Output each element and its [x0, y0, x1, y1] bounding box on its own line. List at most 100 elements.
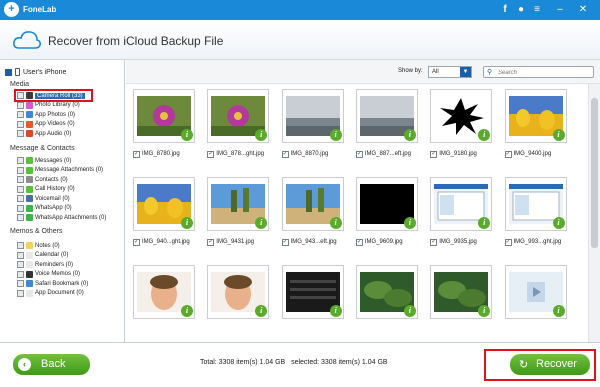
info-icon[interactable]: i [552, 129, 565, 141]
photo-tile[interactable]: i ✓ IMG_943...eft.jpg [278, 172, 348, 258]
photo-thumbnail[interactable]: i [355, 89, 418, 143]
photo-thumbnail[interactable]: i [504, 265, 567, 319]
photo-thumbnail[interactable]: i [133, 89, 195, 143]
photo-tile[interactable]: i ✓ IMG_993...ght.jpg [501, 172, 571, 258]
photo-thumbnail[interactable]: i [355, 177, 418, 231]
scrollbar-thumb[interactable] [591, 98, 598, 248]
info-icon[interactable]: i [552, 217, 565, 229]
minimize-icon[interactable]: – [553, 3, 567, 17]
photo-tile[interactable]: i [426, 260, 496, 342]
photo-thumbnail[interactable]: i [430, 177, 493, 231]
sidebar-item-call-history[interactable]: Call History (0) [17, 185, 75, 194]
search-input[interactable] [498, 68, 588, 77]
photo-tile[interactable]: i ✓ IMG_9609.jpg [352, 172, 422, 258]
item-checkbox[interactable] [17, 195, 24, 202]
photo-tile[interactable]: i ✓ IMG_887...eft.jpg [352, 84, 422, 170]
sidebar-item-reminders[interactable]: Reminders (0) [17, 260, 73, 269]
photo-tile[interactable]: i ✓ IMG_8780.jpg [129, 84, 199, 170]
photo-tile[interactable]: i ✓ IMG_9431.jpg [203, 172, 273, 258]
photo-thumbnail[interactable]: i [430, 265, 493, 319]
sidebar-item-app-audio[interactable]: App Audio (0) [17, 129, 71, 138]
item-checkbox[interactable] [17, 120, 24, 128]
info-icon[interactable]: i [255, 217, 268, 229]
photo-thumbnail[interactable]: i [207, 89, 270, 143]
item-checkbox[interactable] [17, 130, 24, 137]
photo-checkbox[interactable]: ✓ [207, 151, 215, 158]
photo-tile[interactable]: i ✓ IMG_9180.jpg [426, 84, 496, 170]
photo-checkbox[interactable]: ✓ [355, 151, 363, 158]
photo-thumbnail[interactable]: i [281, 177, 344, 231]
photo-thumbnail[interactable]: i [207, 265, 270, 319]
info-icon[interactable]: i [329, 217, 342, 229]
item-checkbox[interactable] [17, 251, 24, 259]
photo-tile[interactable]: i [501, 260, 571, 342]
info-icon[interactable]: i [478, 217, 491, 229]
search-box[interactable]: ⚲ [483, 66, 594, 78]
photo-thumbnail[interactable]: i [207, 177, 270, 231]
info-icon[interactable]: i [181, 305, 193, 317]
sidebar-item-voicemail[interactable]: Voicemail (0) [17, 194, 70, 203]
item-checkbox[interactable] [17, 157, 24, 164]
sidebar-item-safari-bookmark[interactable]: Safari Bookmark (0) [17, 279, 88, 288]
info-icon[interactable]: i [403, 129, 416, 141]
info-icon[interactable]: i [255, 305, 268, 317]
sidebar-item-messages[interactable]: Messages (0) [17, 156, 71, 165]
photo-checkbox[interactable]: ✓ [504, 151, 512, 158]
photo-tile[interactable]: i [352, 260, 422, 342]
sidebar-item-voice-memos[interactable]: Voice Memos (0) [17, 270, 80, 279]
photo-tile[interactable]: i ✓ IMG_8870.jpg [278, 84, 348, 170]
photo-thumbnail[interactable]: i [504, 89, 567, 143]
item-checkbox[interactable] [17, 214, 24, 221]
device-row[interactable]: User's iPhone [5, 67, 66, 77]
photo-thumbnail[interactable]: i [430, 89, 493, 143]
device-checkbox[interactable] [5, 68, 12, 76]
photo-thumbnail[interactable]: i [133, 265, 195, 319]
sidebar-item-whatsapp[interactable]: WhatsApp (0) [17, 204, 72, 213]
photo-tile[interactable]: i [278, 260, 348, 342]
vertical-scrollbar[interactable] [588, 84, 600, 342]
sidebar-item-app-document[interactable]: App Document (0) [17, 289, 84, 298]
sidebar-item-app-videos[interactable]: App Videos (0) [17, 120, 75, 129]
item-checkbox[interactable] [17, 111, 24, 118]
photo-thumbnail[interactable]: i [281, 89, 344, 143]
item-checkbox[interactable] [17, 166, 24, 174]
photo-tile[interactable]: i [129, 260, 199, 342]
info-icon[interactable]: i [255, 129, 268, 141]
photo-tile[interactable]: i ✓ IMG_9935.jpg [426, 172, 496, 258]
item-checkbox[interactable] [17, 261, 24, 268]
chevron-down-icon[interactable]: ▼ [460, 67, 471, 77]
facebook-icon[interactable]: f [498, 3, 512, 17]
photo-tile[interactable]: i ✓ IMG_878...ght.jpg [203, 84, 273, 170]
item-checkbox[interactable] [17, 204, 24, 212]
photo-thumbnail[interactable]: i [355, 265, 418, 319]
item-checkbox[interactable] [17, 270, 24, 278]
sidebar-item-contacts[interactable]: Contacts (0) [17, 175, 68, 184]
sidebar-item-app-photos[interactable]: App Photos (0) [17, 110, 75, 119]
info-icon[interactable]: i [403, 305, 416, 317]
item-checkbox[interactable] [17, 176, 24, 183]
item-checkbox[interactable] [17, 280, 24, 287]
back-button[interactable]: ‹ Back [13, 354, 90, 375]
recover-button[interactable]: ↻ Recover [510, 354, 590, 375]
info-icon[interactable]: i [552, 305, 565, 317]
photo-checkbox[interactable]: ✓ [504, 239, 512, 246]
photo-checkbox[interactable]: ✓ [430, 151, 438, 158]
info-icon[interactable]: i [478, 129, 491, 141]
info-icon[interactable]: i [478, 305, 491, 317]
sidebar-item-message-attachments[interactable]: Message Attachments (0) [17, 166, 103, 175]
info-icon[interactable]: i [181, 129, 193, 141]
photo-checkbox[interactable]: ✓ [133, 239, 140, 246]
info-icon[interactable]: i [329, 129, 342, 141]
menu-icon[interactable]: ≡ [530, 3, 544, 17]
close-icon[interactable]: ✕ [576, 3, 590, 17]
chat-icon[interactable]: ● [514, 3, 528, 17]
photo-checkbox[interactable]: ✓ [430, 239, 438, 246]
photo-checkbox[interactable]: ✓ [207, 239, 215, 246]
info-icon[interactable]: i [181, 217, 193, 229]
sidebar-item-calendar[interactable]: Calendar (0) [17, 251, 68, 260]
item-checkbox[interactable] [17, 289, 24, 297]
item-checkbox[interactable] [17, 101, 24, 109]
item-checkbox[interactable] [17, 185, 24, 193]
sidebar-item-whatsapp-attachments[interactable]: WhatsApp Attachments (0) [17, 213, 106, 222]
photo-tile[interactable]: i [203, 260, 273, 342]
